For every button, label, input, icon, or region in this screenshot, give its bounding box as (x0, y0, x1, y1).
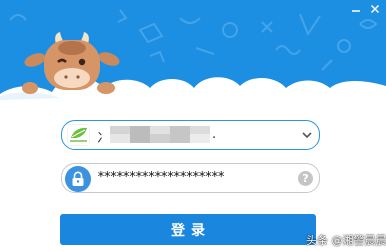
password-value: ******************** (97, 170, 225, 185)
account-value-prefix: 冫 (97, 131, 111, 146)
cow-mascot-icon (22, 32, 120, 94)
account-mosaic-redaction (110, 126, 210, 143)
close-button[interactable] (368, 2, 382, 16)
minimize-icon (352, 10, 360, 12)
password-input[interactable]: ******************** ? (61, 163, 320, 193)
sns-leaf-logo-icon (67, 124, 90, 146)
account-value-suffix: . (212, 127, 217, 142)
account-input[interactable]: 冫 . (61, 120, 320, 150)
watermark-text: 头条 @湘警晨晨 (306, 234, 386, 247)
help-icon[interactable]: ? (298, 171, 313, 186)
minimize-button[interactable] (349, 2, 363, 16)
lock-icon (72, 171, 84, 186)
close-icon (370, 4, 380, 14)
login-button[interactable]: 登录 (60, 214, 316, 245)
chevron-down-icon[interactable] (301, 129, 313, 141)
login-window: 冫 . ******************** ? 登录 头条 @湘警晨晨 (0, 0, 386, 251)
account-value: 冫 (97, 127, 110, 146)
lock-badge (65, 166, 91, 192)
